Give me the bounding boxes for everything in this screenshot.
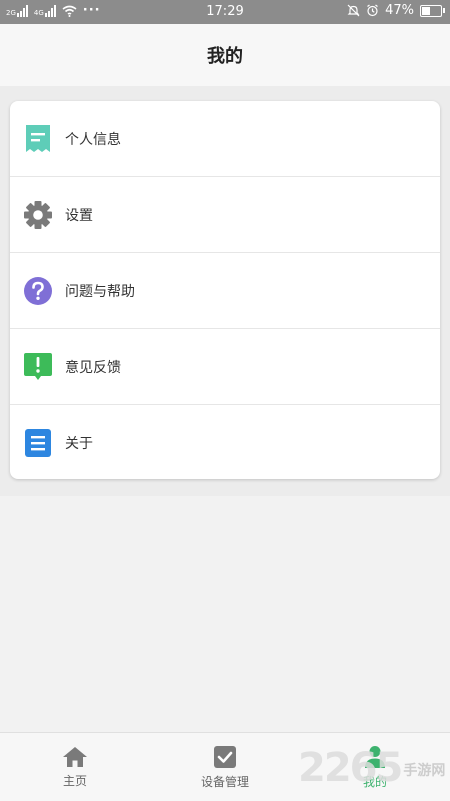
status-bar: 2G 4G ··· 17:29 47% [0, 0, 450, 24]
person-icon [365, 745, 385, 768]
battery-icon [420, 4, 445, 17]
help-icon [23, 276, 53, 306]
battery-percent: 47% [385, 3, 414, 18]
menu-item-settings[interactable]: 设置 [10, 177, 440, 253]
tab-mine[interactable]: 我的 [300, 733, 450, 801]
gear-icon [23, 200, 53, 230]
tab-label: 设备管理 [200, 774, 249, 789]
menu-item-label: 个人信息 [65, 131, 121, 148]
menu-item-feedback[interactable]: 意见反馈 [10, 329, 440, 405]
feedback-icon [23, 352, 53, 382]
page-title: 我的 [207, 46, 243, 67]
menu-item-label: 设置 [65, 207, 93, 224]
page-title-bar: 我的 [0, 24, 450, 87]
menu-card: 个人信息 设置 问题与帮助 意见反馈 关于 [10, 101, 440, 479]
profile-doc-icon [23, 124, 53, 154]
menu-item-label: 关于 [65, 435, 93, 452]
menu-item-help[interactable]: 问题与帮助 [10, 253, 440, 329]
menu-item-profile[interactable]: 个人信息 [10, 101, 440, 177]
mute-bell-icon [347, 4, 360, 17]
bottom-nav: 主页 设备管理 我的 [0, 732, 450, 801]
tab-home[interactable]: 主页 [0, 733, 150, 801]
status-right: 47% [347, 3, 445, 18]
tab-device-management[interactable]: 设备管理 [150, 733, 300, 801]
checkbox-icon [214, 745, 236, 768]
menu-item-label: 意见反馈 [65, 359, 121, 376]
menu-item-label: 问题与帮助 [65, 283, 135, 300]
home-icon [63, 746, 87, 767]
tab-label: 主页 [62, 773, 87, 788]
about-list-icon [23, 428, 53, 458]
alarm-icon [367, 4, 378, 17]
menu-item-about[interactable]: 关于 [10, 405, 440, 480]
tab-label: 我的 [362, 774, 387, 789]
